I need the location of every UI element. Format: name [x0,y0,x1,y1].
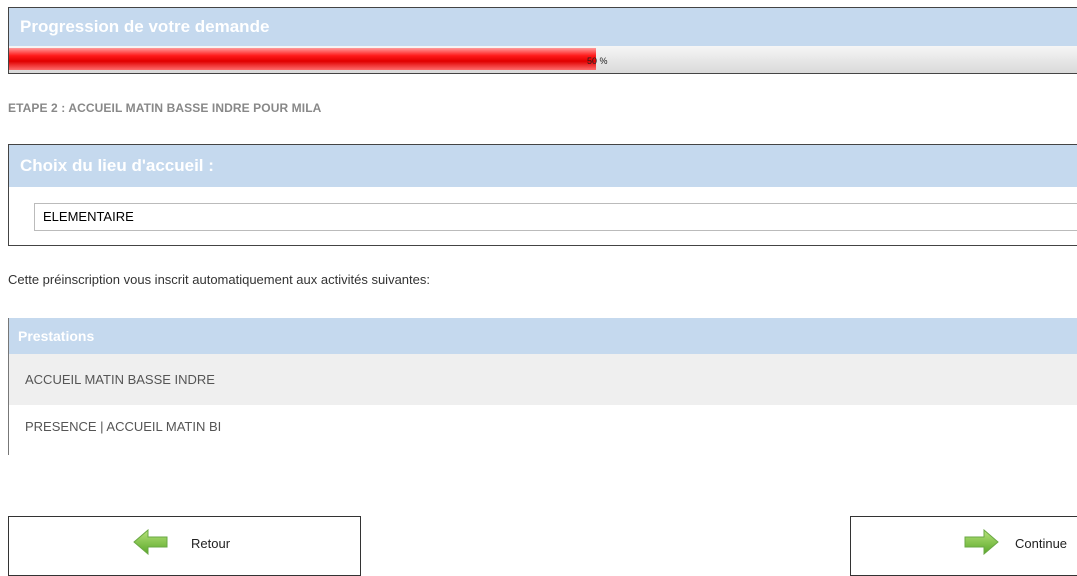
step-title: ETAPE 2 : ACCUEIL MATIN BASSE INDRE POUR… [8,101,322,115]
progress-title: Progression de votre demande [9,8,1077,46]
progress-panel: Progression de votre demande 50 % [8,7,1077,74]
progress-percent: 50 % [587,56,608,66]
progress-fill [9,48,597,70]
table-row: ACCUEIL MATIN BASSE INDRE [9,354,1077,405]
info-text: Cette préinscription vous inscrit automa… [8,272,430,287]
table-row: PRESENCE | ACCUEIL MATIN BI [9,405,1077,455]
continue-button[interactable]: Continue [850,516,1077,576]
location-select[interactable]: ELEMENTAIRE [34,203,1077,231]
prestations-header: Prestations [9,318,1077,354]
back-button[interactable]: Retour [8,516,361,576]
location-title: Choix du lieu d'accueil : [9,145,1077,187]
prestations-table: Prestations ACCUEIL MATIN BASSE INDRE PR… [8,318,1077,455]
back-label: Retour [191,536,231,551]
continue-label: Continue [1015,536,1068,551]
arrow-left-icon [133,528,169,558]
arrow-right-icon [963,528,999,558]
location-panel: Choix du lieu d'accueil : ELEMENTAIRE [8,144,1077,246]
progress-bar: 50 % [9,46,1077,73]
